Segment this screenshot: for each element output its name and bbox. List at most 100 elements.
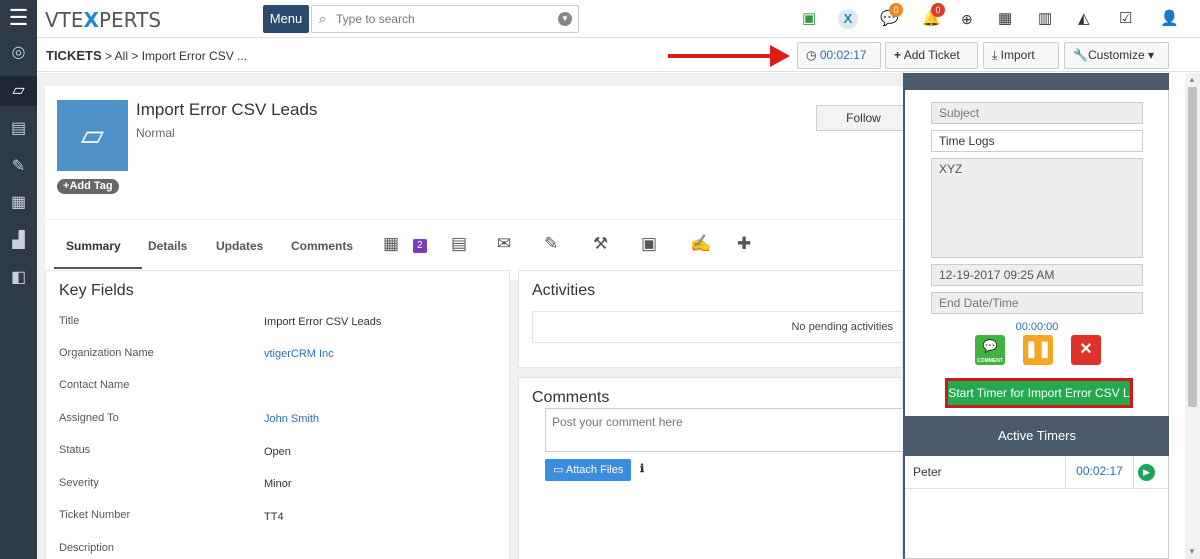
record-tabs: Summary Details Updates Comments ▦ 2 ▤ ✉… bbox=[45, 219, 903, 269]
field-label-status: Status bbox=[59, 444, 91, 456]
edit-tab-icon[interactable]: ✎ bbox=[544, 234, 558, 254]
attach-files-button[interactable]: ▭ Attach Files bbox=[545, 459, 632, 481]
scroll-down-icon[interactable]: ▼ bbox=[1188, 547, 1196, 556]
active-timer-duration: 00:02:17 bbox=[1065, 456, 1134, 488]
notes-tab-icon[interactable]: ✍ bbox=[690, 234, 711, 254]
follow-button[interactable]: Follow bbox=[816, 105, 911, 131]
comment-input[interactable] bbox=[545, 408, 905, 452]
chat-badge: 0 bbox=[889, 3, 903, 17]
sidebar-tickets-icon[interactable]: ▱ bbox=[0, 76, 37, 106]
time-log-header bbox=[905, 73, 1169, 90]
search-input[interactable] bbox=[336, 9, 546, 29]
logo[interactable]: VTEXPERTS bbox=[45, 8, 161, 32]
info-icon[interactable]: ℹ bbox=[640, 462, 644, 475]
active-timers-header: Active Timers bbox=[905, 416, 1169, 456]
record-priority: Normal bbox=[136, 126, 175, 140]
comment-icon-label: COMMENT bbox=[977, 358, 1003, 364]
notification-badge: 0 bbox=[931, 3, 945, 17]
attach-files-label: Attach Files bbox=[565, 464, 624, 476]
sidebar-building-icon[interactable]: ▟ bbox=[0, 226, 37, 256]
calendar-tab-icon[interactable]: ▦ bbox=[383, 234, 399, 254]
page-scrollbar[interactable]: ▲ ▼ bbox=[1185, 73, 1200, 559]
start-timer-button[interactable]: Start Timer for Import Error CSV L bbox=[945, 378, 1133, 408]
time-log-name-input[interactable] bbox=[931, 130, 1143, 152]
scroll-up-icon[interactable]: ▲ bbox=[1188, 75, 1196, 84]
field-label-organization: Organization Name bbox=[59, 347, 154, 359]
global-search[interactable]: ⌕ ▼ bbox=[311, 5, 579, 33]
breadcrumb: TICKETS > All > Import Error CSV ... bbox=[46, 48, 247, 63]
scroll-thumb[interactable] bbox=[1188, 87, 1197, 407]
description-input[interactable]: XYZ bbox=[931, 158, 1143, 258]
email-tab-icon[interactable]: ✉ bbox=[497, 234, 511, 254]
active-timer-row: Peter 00:02:17 ▶ bbox=[905, 456, 1169, 489]
sidebar-support-icon[interactable]: ◎ bbox=[0, 38, 37, 68]
breadcrumb-current: Import Error CSV ... bbox=[141, 49, 248, 63]
hamburger-icon[interactable]: ☰ bbox=[0, 0, 37, 38]
sidebar-module-icon[interactable]: ◧ bbox=[0, 263, 37, 293]
subject-input[interactable] bbox=[931, 102, 1143, 124]
add-tag-label: Add Tag bbox=[69, 180, 113, 192]
search-icon: ⌕ bbox=[319, 11, 327, 26]
puzzle-tab-icon[interactable]: ✚ bbox=[737, 234, 751, 254]
bar-chart-icon[interactable]: ▥ bbox=[1038, 10, 1052, 28]
add-circle-icon[interactable]: ⊕ bbox=[961, 10, 973, 28]
checkbox-icon[interactable]: ☑ bbox=[1119, 10, 1132, 28]
calendar-check-icon[interactable]: ▣ bbox=[802, 10, 816, 28]
vtexperts-x-icon[interactable]: X bbox=[838, 9, 858, 29]
pause-timer-icon[interactable]: ❚❚ bbox=[1023, 335, 1053, 365]
field-value-ticket-number: TT4 bbox=[264, 511, 284, 523]
add-ticket-label: Add Ticket bbox=[903, 48, 960, 62]
menu-button[interactable]: Menu bbox=[263, 5, 309, 33]
sidebar-edit-icon[interactable]: ✎ bbox=[0, 152, 37, 182]
elapsed-time: 00:00:00 bbox=[1015, 321, 1059, 333]
search-dropdown-icon[interactable]: ▼ bbox=[558, 12, 572, 26]
sub-header: TICKETS > All > Import Error CSV ... ◷ 0… bbox=[37, 38, 1200, 72]
field-value-severity[interactable]: Minor bbox=[264, 478, 292, 490]
resume-timer-icon[interactable]: ▶ bbox=[1138, 464, 1155, 481]
wrench-icon: 🔧 bbox=[1073, 48, 1088, 62]
field-value-assigned[interactable]: John Smith bbox=[264, 413, 319, 425]
timer-button[interactable]: ◷ 00:02:17 bbox=[797, 42, 881, 69]
customize-button[interactable]: 🔧Customize ▾ bbox=[1064, 42, 1169, 69]
import-label: Import bbox=[1000, 48, 1035, 62]
main-content: ▱ Import Error CSV Leads Normal +Add Tag… bbox=[37, 73, 911, 559]
field-label-assigned: Assigned To bbox=[59, 412, 119, 424]
field-value-status[interactable]: Open bbox=[264, 446, 291, 458]
add-ticket-button[interactable]: + Add Ticket bbox=[885, 42, 978, 69]
annotation-arrow-line bbox=[668, 54, 774, 58]
time-log-panel: XYZ 00:00:00 💬COMMENT ❚❚ ✕ Start Timer f… bbox=[903, 73, 1169, 559]
briefcase-tab-icon[interactable]: ▣ bbox=[641, 234, 657, 254]
field-value-title[interactable]: Import Error CSV Leads bbox=[264, 316, 381, 328]
calendar-icon[interactable]: ▦ bbox=[998, 10, 1012, 28]
field-label-title: Title bbox=[59, 315, 80, 327]
breadcrumb-separator: > bbox=[131, 49, 139, 63]
document-tab-icon[interactable]: ▤ bbox=[451, 234, 467, 254]
end-datetime-input[interactable] bbox=[931, 292, 1143, 314]
field-value-organization[interactable]: vtigerCRM Inc bbox=[264, 348, 334, 360]
tab-summary[interactable]: Summary bbox=[66, 239, 121, 253]
breadcrumb-all[interactable]: All bbox=[115, 49, 128, 63]
comment-timer-icon[interactable]: 💬 COMMENT bbox=[975, 335, 1005, 365]
sidebar-faq-icon[interactable]: ▤ bbox=[0, 114, 37, 144]
area-chart-icon[interactable]: ◭ bbox=[1078, 10, 1090, 28]
sidebar-calculator-icon[interactable]: ▦ bbox=[0, 188, 37, 218]
start-datetime-input[interactable] bbox=[931, 264, 1143, 286]
tab-comments[interactable]: Comments bbox=[291, 239, 353, 253]
annotation-arrow-head bbox=[770, 45, 790, 67]
clock-icon: ◷ bbox=[806, 48, 817, 62]
add-tag-button[interactable]: +Add Tag bbox=[57, 179, 119, 194]
chat-icon[interactable]: 💬 0 bbox=[880, 3, 903, 28]
user-icon[interactable]: 👤 bbox=[1160, 10, 1179, 28]
import-button[interactable]: ⤓ Import bbox=[983, 42, 1059, 69]
tab-updates[interactable]: Updates bbox=[216, 239, 263, 253]
tools-tab-icon[interactable]: ⚒ bbox=[593, 234, 608, 254]
tab-details[interactable]: Details bbox=[148, 239, 187, 253]
caret-down-icon: ▾ bbox=[1147, 48, 1155, 62]
record-title: Import Error CSV Leads bbox=[136, 100, 318, 119]
bell-icon[interactable]: 🔔 0 bbox=[922, 3, 945, 28]
laptop-icon: ▭ bbox=[553, 464, 564, 476]
key-fields-panel: Key Fields Title Import Error CSV Leads … bbox=[45, 270, 510, 559]
cancel-timer-icon[interactable]: ✕ bbox=[1071, 335, 1101, 365]
ticket-icon: ▱ bbox=[57, 100, 128, 171]
breadcrumb-root[interactable]: TICKETS bbox=[46, 48, 102, 63]
